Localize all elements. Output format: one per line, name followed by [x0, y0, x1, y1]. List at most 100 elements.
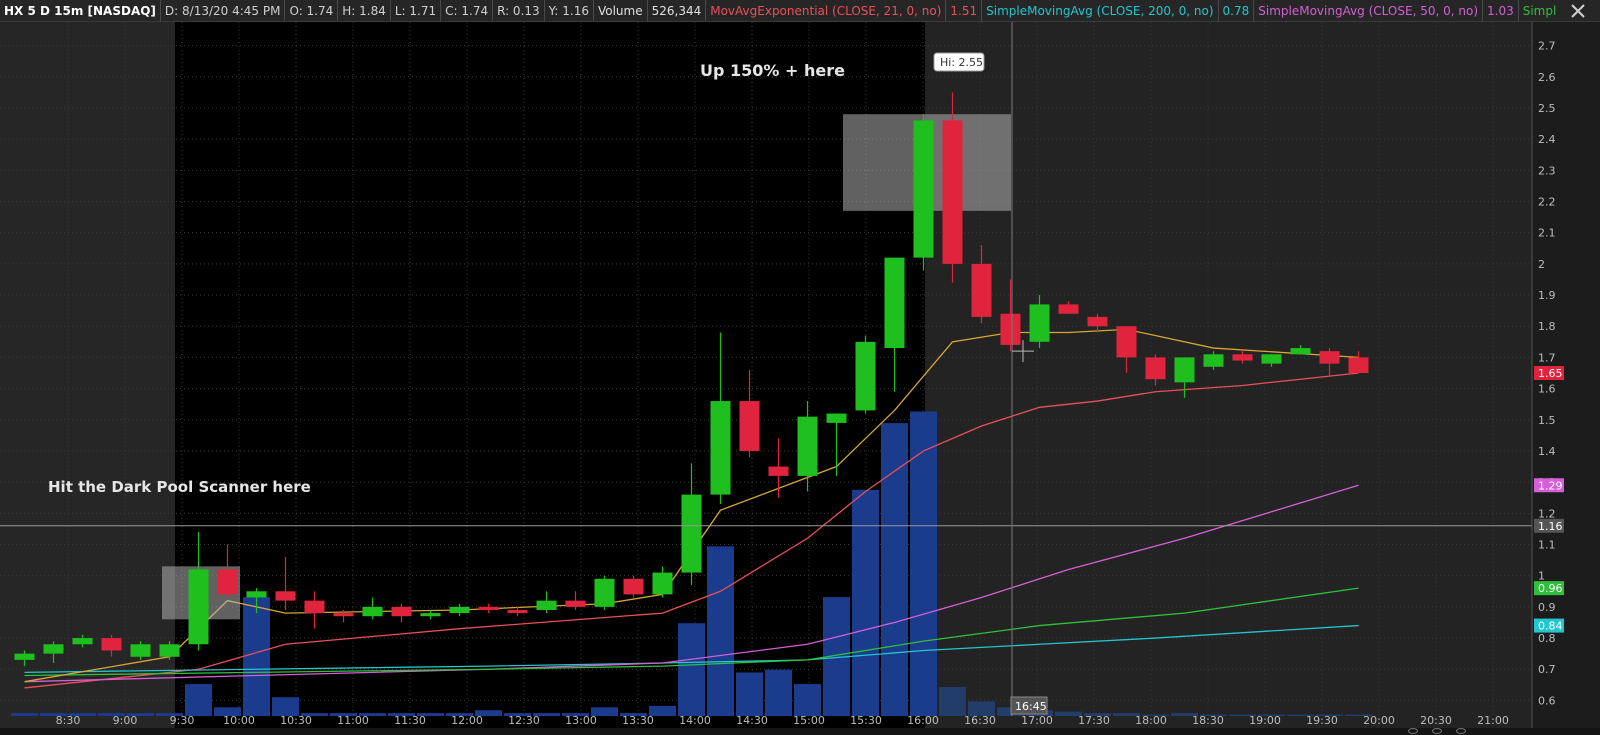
close-readout: C: 1.74 [441, 0, 494, 21]
study-sma50-label[interactable]: SimpleMovingAvg (CLOSE, 50, 0, no) [1254, 0, 1483, 21]
zoom-reset-icon[interactable] [1432, 728, 1442, 734]
price-tick-label: 1.1 [1538, 539, 1556, 552]
candle-body [797, 416, 818, 476]
price-tick-label: 2 [1538, 258, 1545, 271]
volume-bar [707, 546, 734, 716]
candle-body [391, 606, 412, 617]
candle-body [304, 600, 325, 614]
close-icon[interactable] [1556, 0, 1600, 21]
study-sma200-label[interactable]: SimpleMovingAvg (CLOSE, 200, 0, no) [982, 0, 1219, 21]
price-chart[interactable]: 0.60.70.80.911.11.21.31.41.51.61.71.81.9… [0, 22, 1600, 728]
candle-body [333, 613, 354, 617]
price-marker-label: 1.65 [1538, 367, 1563, 380]
time-tick-label: 20:30 [1420, 714, 1452, 727]
time-tick-label: 17:30 [1078, 714, 1110, 727]
candle-body [1087, 316, 1108, 327]
volume-bar [678, 623, 705, 716]
price-tick-label: 1.8 [1538, 320, 1556, 333]
volume-bar [852, 489, 879, 716]
candle-body [43, 644, 64, 654]
price-tick-label: 1 [1538, 570, 1545, 583]
price-tick-label: 2.2 [1538, 196, 1556, 209]
scrollbar[interactable] [0, 728, 1600, 735]
time-tick-label: 11:30 [394, 714, 426, 727]
price-marker-label: 1.16 [1538, 520, 1563, 533]
volume-bar [881, 423, 908, 716]
candle-body [1290, 348, 1311, 355]
volume-label[interactable]: Volume [594, 0, 648, 21]
candle-body [1116, 326, 1137, 358]
price-tick-label: 0.9 [1538, 601, 1556, 614]
hi-bubble: Hi: 2.55 [933, 52, 985, 72]
time-tick-label: 16:30 [964, 714, 996, 727]
time-tick-label: 17:00 [1021, 714, 1053, 727]
time-tick-label: 10:30 [280, 714, 312, 727]
time-tick-label: 13:00 [565, 714, 597, 727]
study-ema21-value: 1.51 [946, 0, 983, 21]
time-tick-label: 9:00 [113, 714, 138, 727]
price-tick-label: 1.7 [1538, 351, 1556, 364]
candle-body [449, 606, 470, 614]
hi-bubble-text: Hi: 2.55 [940, 56, 983, 69]
candle-body [652, 572, 673, 595]
time-tick-label: 8:30 [56, 714, 81, 727]
price-tick-label: 2.1 [1538, 227, 1556, 240]
range-readout: R: 0.13 [493, 0, 545, 21]
time-tick-label: 13:30 [622, 714, 654, 727]
candle-body [884, 257, 905, 349]
zoom-out-icon[interactable] [1408, 728, 1418, 734]
price-tick-label: 2.3 [1538, 164, 1556, 177]
time-tick-label: 15:00 [793, 714, 825, 727]
time-tick-label: 20:00 [1363, 714, 1395, 727]
candle-body [913, 120, 934, 258]
candle-body [710, 401, 731, 495]
candle-body [1348, 357, 1369, 373]
price-tick-label: 1.6 [1538, 383, 1556, 396]
price-marker-label: 0.84 [1538, 620, 1563, 633]
candle-body [217, 569, 238, 595]
time-tick-label: 19:00 [1249, 714, 1281, 727]
afterhours-bg [925, 22, 1532, 728]
price-tick-label: 0.7 [1538, 663, 1556, 676]
up-annotation: Up 150% + here [700, 61, 845, 80]
price-tick-label: 0.6 [1538, 694, 1556, 707]
zoom-in-icon[interactable] [1456, 728, 1466, 734]
candle-body [188, 569, 209, 645]
candle-body [855, 341, 876, 411]
candle-body [536, 600, 557, 610]
time-tick-label: 15:30 [850, 714, 882, 727]
volume-bar [765, 669, 792, 716]
candle-body [768, 466, 789, 476]
chart-header: HX 5 D 15m [NASDAQ] D: 8/13/20 4:45 PM O… [0, 0, 1600, 22]
price-tick-label: 1.2 [1538, 507, 1556, 520]
time-tick-label: 12:30 [508, 714, 540, 727]
scanner-annotation: Hit the Dark Pool Scanner here [48, 478, 311, 496]
candle-body [1319, 351, 1340, 364]
study-ema21-label[interactable]: MovAvgExponential (CLOSE, 21, 0, no) [706, 0, 947, 21]
time-tick-label: 18:00 [1135, 714, 1167, 727]
time-tick-label: 12:00 [451, 714, 483, 727]
symbol-label[interactable]: HX 5 D 15m [NASDAQ] [0, 0, 161, 21]
candle-body [362, 606, 383, 617]
candle-body [1203, 354, 1224, 367]
candle-body [275, 591, 296, 601]
price-tick-label: 1.4 [1538, 445, 1556, 458]
candle-body [565, 600, 586, 607]
candle-body [971, 263, 992, 317]
price-marker-label: 1.29 [1538, 479, 1563, 492]
low-readout: L: 1.71 [391, 0, 442, 21]
candle-body [1029, 304, 1050, 342]
candle-body [1232, 354, 1253, 361]
time-tick-label: 16:00 [907, 714, 939, 727]
candle-body [594, 578, 615, 607]
high-readout: H: 1.84 [338, 0, 391, 21]
volume-bar [939, 687, 966, 716]
candle-body [1145, 357, 1166, 380]
price-marker-label: 0.96 [1538, 582, 1563, 595]
candle-body [246, 591, 267, 598]
price-tick-label: 1.5 [1538, 414, 1556, 427]
candle-body [72, 638, 93, 645]
time-tick-label: 9:30 [170, 714, 195, 727]
study-sma200-value: 0.78 [1219, 0, 1255, 21]
volume-bar [794, 684, 821, 716]
